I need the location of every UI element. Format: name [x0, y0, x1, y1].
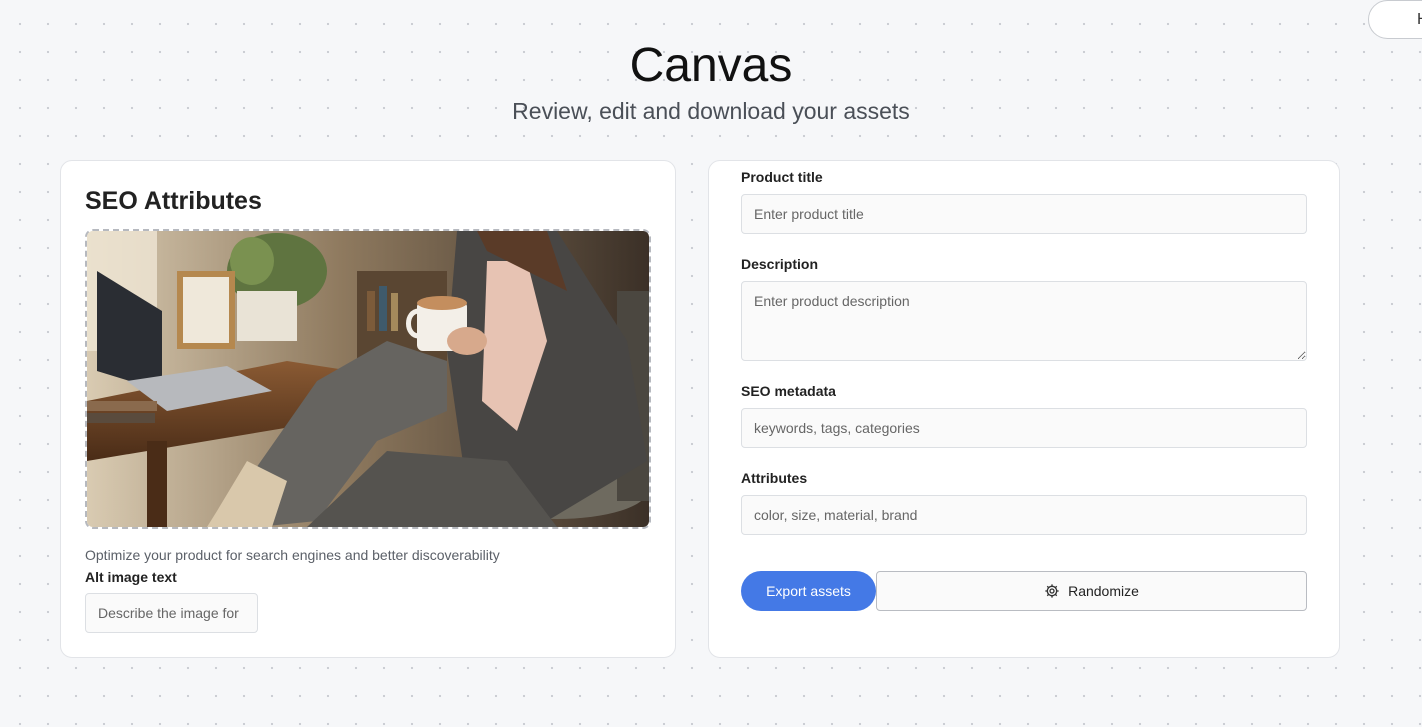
product-details-card: Product title Description SEO metadata A…	[708, 160, 1340, 658]
seo-metadata-input[interactable]	[741, 408, 1307, 448]
product-image-illustration	[87, 231, 649, 527]
seo-card-title: SEO Attributes	[85, 187, 262, 215]
export-assets-button[interactable]: Export assets	[741, 571, 876, 611]
description-label: Description	[741, 256, 819, 272]
randomize-button[interactable]: Randomize	[876, 571, 1307, 611]
randomize-label: Randomize	[1068, 583, 1139, 599]
seo-metadata-label: SEO metadata	[741, 383, 836, 399]
page-header: Canvas Review, edit and download your as…	[0, 36, 1422, 125]
attributes-input[interactable]	[741, 495, 1307, 535]
page-title: Canvas	[629, 39, 793, 92]
product-image[interactable]	[85, 229, 651, 529]
gear-icon	[1044, 583, 1060, 599]
seo-helper-text: Optimize your product for search engines…	[85, 547, 500, 563]
attributes-label: Attributes	[741, 470, 808, 486]
page-subtitle: Review, edit and download your assets	[512, 98, 910, 124]
alt-text-label: Alt image text	[85, 569, 177, 585]
seo-attributes-card: SEO Attributes Optimize your product for…	[60, 160, 676, 658]
top-right-pill-button[interactable]: H	[1368, 0, 1422, 39]
product-title-input[interactable]	[741, 194, 1307, 234]
top-right-button-label: H	[1417, 11, 1422, 29]
description-textarea[interactable]	[741, 281, 1307, 361]
alt-text-input[interactable]	[85, 593, 258, 633]
product-title-label: Product title	[741, 169, 823, 185]
